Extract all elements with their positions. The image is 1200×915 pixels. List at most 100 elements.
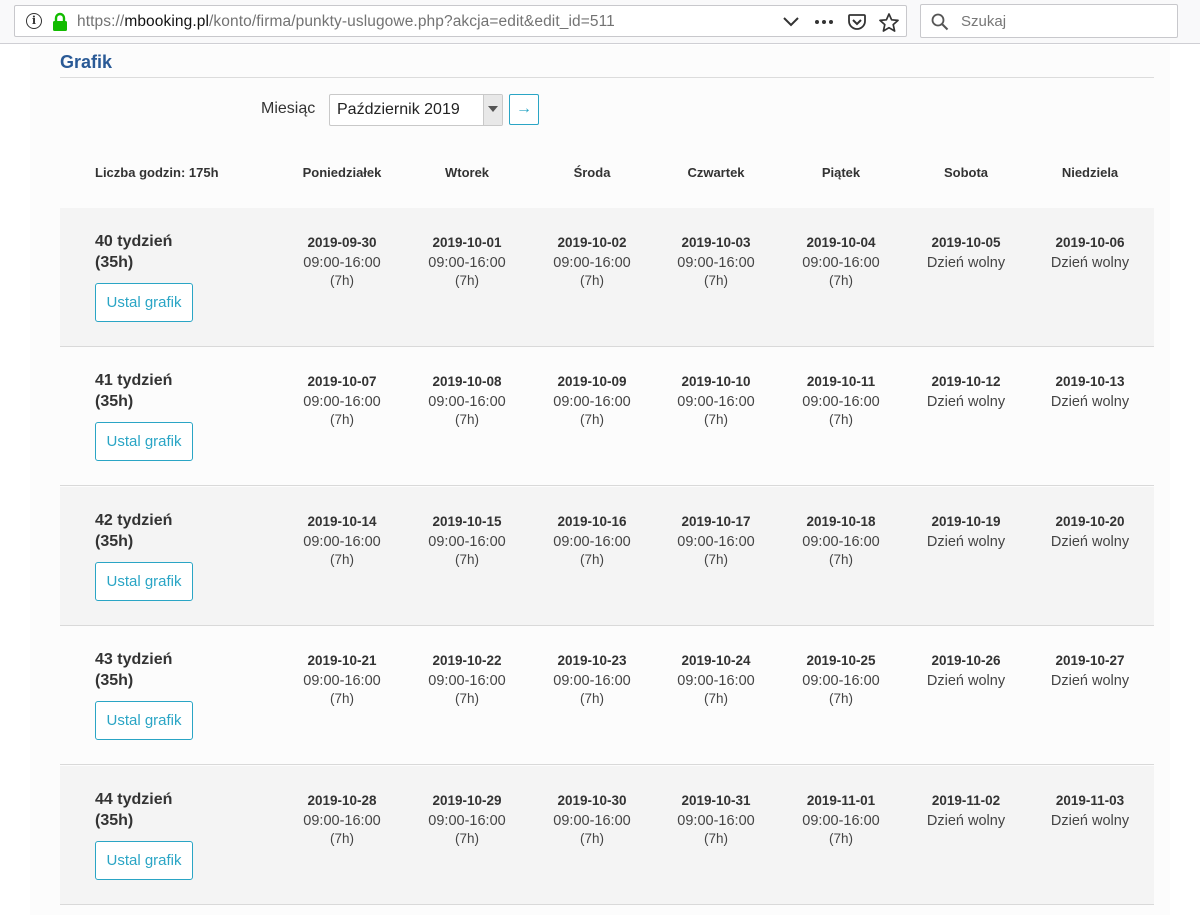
day-header: Sobota [943,165,989,180]
day-cell: 2019-10-09 09:00-16:00 (7h) [530,373,655,429]
day-cell-date: 2019-10-25 [806,653,876,668]
day-cell-hours: 09:00-16:00 [553,255,631,271]
info-icon[interactable]: i [26,13,42,29]
day-cell: 2019-10-27 Dzień wolny [1028,652,1153,708]
day-cell-dur: (7h) [454,691,479,706]
day-cell-hours: 09:00-16:00 [677,813,755,829]
day-header: Niedziela [1061,165,1119,180]
day-cell-dur [1028,272,1153,290]
day-cell-dur: (7h) [703,691,728,706]
day-cell-date: 2019-10-02 [557,235,627,250]
day-cell-date: 2019-10-07 [307,374,377,389]
day-cell-date: 2019-10-11 [806,374,876,389]
week-row: 41 tydzień (35h) Ustal grafik 2019-10-07 09:… [60,347,1154,486]
day-cell-dur: (7h) [703,831,728,846]
day-header: Poniedziałek [302,165,382,180]
day-cell: 2019-10-31 09:00-16:00 (7h) [654,792,779,848]
day-cell-date: 2019-10-18 [806,514,876,529]
day-cell-date: 2019-10-06 [1055,235,1125,250]
month-select-value: Październik 2019 [337,101,460,118]
day-cell-date: 2019-11-03 [1055,793,1125,808]
day-cell-hours: 09:00-16:00 [553,813,631,829]
day-cell: 2019-10-15 09:00-16:00 (7h) [405,513,530,569]
more-actions-icon[interactable] [814,12,834,32]
week-hours: (35h) [95,393,134,410]
day-cell-dur: (7h) [579,831,604,846]
section-title: Grafik [60,52,113,72]
day-cell-date: 2019-10-29 [432,793,502,808]
day-cell-date: 2019-10-28 [307,793,377,808]
day-cell: 2019-10-13 Dzień wolny [1028,373,1153,429]
row-divider [60,904,1154,905]
week-row: 43 tydzień (35h) Ustal grafik 2019-10-21 09:… [60,626,1154,765]
day-cell: 2019-11-01 09:00-16:00 (7h) [779,792,904,848]
page-content: Grafik Miesiąc Październik 2019 → Liczba… [30,45,1170,915]
go-button[interactable]: → [509,94,539,125]
set-schedule-button[interactable]: Ustal grafik [95,562,193,601]
day-cell-dur: (7h) [828,273,853,288]
day-cell-hours: 09:00-16:00 [303,534,381,550]
day-cell-dur: (7h) [329,552,354,567]
day-cell-hours: Dzień wolny [926,255,1006,271]
week-title: 44 tydzień (35h) [95,789,172,831]
set-schedule-button[interactable]: Ustal grafik [95,701,193,740]
day-cell: 2019-10-07 09:00-16:00 (7h) [280,373,405,429]
day-cell: 2019-10-30 09:00-16:00 (7h) [530,792,655,848]
day-cell-date: 2019-10-30 [557,793,627,808]
month-label: Miesiąc [261,100,316,117]
day-cell-date: 2019-10-26 [931,653,1001,668]
day-cell-dur: (7h) [703,412,728,427]
day-cell-dur [904,272,1029,290]
day-cell: 2019-10-26 Dzień wolny [904,652,1029,708]
day-cell-date: 2019-10-10 [681,374,751,389]
url-bar[interactable]: i https://mbooking.pl/konto/firma/punkty… [14,5,907,37]
day-cell-dur: (7h) [828,691,853,706]
url-path: /konto/firma/punkty-uslugowe.php?akcja=e… [209,13,615,30]
day-cell: 2019-10-02 09:00-16:00 (7h) [530,234,655,290]
day-cell: 2019-10-23 09:00-16:00 (7h) [530,652,655,708]
week-row: 40 tydzień (35h) Ustal grafik 2019-09-30 09:… [60,208,1154,347]
day-cell-dur [1028,690,1153,708]
day-cell: 2019-10-11 09:00-16:00 (7h) [779,373,904,429]
set-schedule-button[interactable]: Ustal grafik [95,841,193,880]
pocket-icon[interactable] [847,12,867,32]
day-cell-date: 2019-10-31 [681,793,751,808]
day-cell-date: 2019-10-15 [432,514,502,529]
set-schedule-button[interactable]: Ustal grafik [95,422,193,461]
set-schedule-button[interactable]: Ustal grafik [95,283,193,322]
url-prefix: https:// [77,13,125,30]
day-cell-date: 2019-10-22 [432,653,502,668]
chevron-down-icon[interactable] [483,95,502,125]
day-cell-dur [904,551,1029,569]
day-cell-date: 2019-10-23 [557,653,627,668]
browser-toolbar: i https://mbooking.pl/konto/firma/punkty… [0,0,1200,44]
day-cell-hours: 09:00-16:00 [802,813,880,829]
day-cell-hours: 09:00-16:00 [303,394,381,410]
day-cell: 2019-10-22 09:00-16:00 (7h) [405,652,530,708]
day-cell-date: 2019-10-13 [1055,374,1125,389]
day-cell-date: 2019-10-04 [806,235,876,250]
chevron-down-icon[interactable] [781,12,801,32]
day-cell-hours: Dzień wolny [1050,255,1130,271]
row-divider [60,485,1154,486]
day-cell-dur: (7h) [329,691,354,706]
month-select[interactable]: Październik 2019 [329,94,503,126]
day-cell-hours: 09:00-16:00 [677,255,755,271]
day-cell-dur: (7h) [454,831,479,846]
day-cell-date: 2019-10-16 [557,514,627,529]
day-cell: 2019-10-05 Dzień wolny [904,234,1029,290]
day-cell-hours: 09:00-16:00 [802,673,880,689]
bookmark-star-icon[interactable] [879,12,899,32]
search-bar[interactable]: Szukaj [920,4,1178,38]
day-cell-date: 2019-10-03 [681,235,751,250]
hours-total: Liczba godzin: 175h [95,165,219,180]
day-cell-hours: 09:00-16:00 [428,255,506,271]
day-cell-dur: (7h) [703,273,728,288]
day-cell-hours: 09:00-16:00 [677,534,755,550]
day-cell: 2019-10-04 09:00-16:00 (7h) [779,234,904,290]
day-cell-hours: Dzień wolny [1050,534,1130,550]
url-text[interactable]: https://mbooking.pl/konto/firma/punkty-u… [77,13,615,31]
day-cell-date: 2019-10-17 [681,514,751,529]
day-cell-date: 2019-10-24 [681,653,751,668]
week-title: 40 tydzień (35h) [95,231,172,273]
